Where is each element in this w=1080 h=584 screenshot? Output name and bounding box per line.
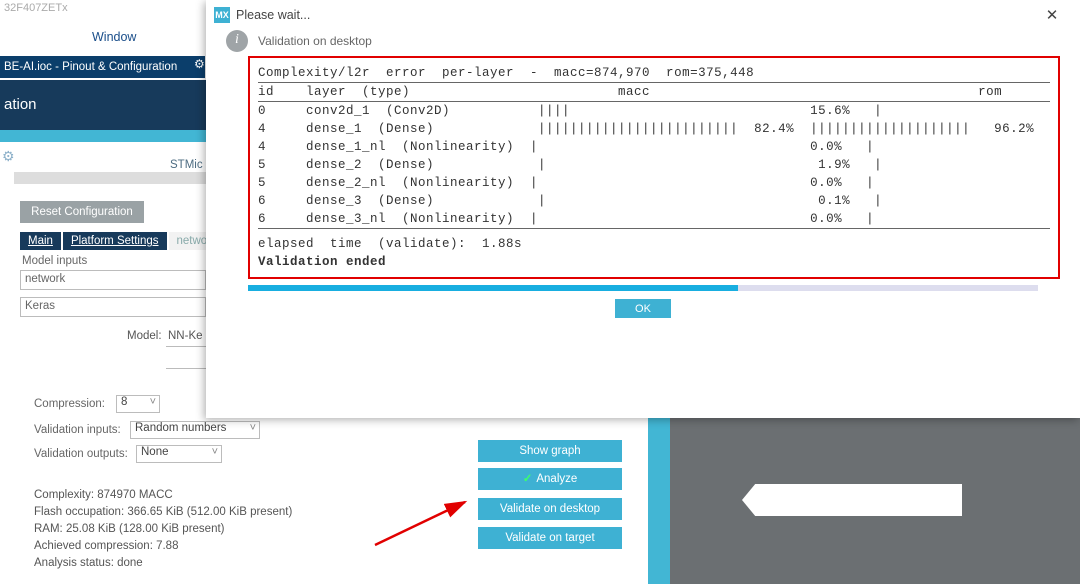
- teal-side-strip: [648, 416, 670, 584]
- stats-block: Complexity: 874970 MACC Flash occupation…: [34, 487, 292, 572]
- ram-text: RAM: 25.08 KiB (128.00 KiB present): [34, 521, 292, 538]
- validation-outputs-label: Validation outputs:: [34, 448, 128, 460]
- gear-icon: ⚙: [194, 57, 205, 71]
- subheader-band: ation: [0, 80, 206, 130]
- teal-strip: [0, 130, 206, 142]
- layer-row: 5 dense_2 (Dense) | 1.9% |: [258, 156, 1050, 174]
- ok-button[interactable]: OK: [615, 299, 671, 318]
- dialog-subtitle: Validation on desktop: [258, 34, 372, 48]
- show-graph-button[interactable]: Show graph: [478, 440, 622, 462]
- please-wait-dialog: MX Please wait... ✕ i Validation on desk…: [206, 0, 1080, 418]
- validation-ended-line: Validation ended: [258, 253, 1050, 271]
- keras-input[interactable]: Keras: [20, 297, 206, 317]
- layer-row: 5 dense_2_nl (Nonlinearity) | 0.0% |: [258, 174, 1050, 192]
- compression-select[interactable]: 8: [116, 395, 160, 413]
- divider: [166, 346, 206, 347]
- close-button[interactable]: ✕: [1032, 6, 1072, 24]
- validation-inputs-label: Validation inputs:: [34, 424, 121, 436]
- progress-bar: [248, 285, 1038, 291]
- subheader-label: ation: [0, 96, 55, 113]
- analysis-status-text: Analysis status: done: [34, 555, 292, 572]
- titlebar-sub-text: BE-AI.ioc - Pinout & Configuration: [4, 61, 177, 73]
- complexity-header-line: Complexity/l2r error per-layer - macc=87…: [258, 64, 1050, 82]
- titlebar-sub: BE-AI.ioc - Pinout & Configuration: [0, 56, 205, 78]
- elapsed-time-line: elapsed time (validate): 1.88s: [258, 235, 1050, 253]
- gray-strip: [14, 172, 206, 184]
- divider: [166, 368, 206, 369]
- complexity-text: Complexity: 874970 MACC: [34, 487, 292, 504]
- column-header-line: id layer (type) macc rom: [258, 83, 1050, 101]
- tab-platform-settings[interactable]: Platform Settings: [63, 232, 167, 250]
- dialog-titlebar: MX Please wait... ✕: [206, 0, 1080, 30]
- flash-text: Flash occupation: 366.65 KiB (512.00 KiB…: [34, 504, 292, 521]
- annotation-arrow-icon: [370, 490, 480, 550]
- tab-main[interactable]: Main: [20, 232, 61, 250]
- layer-row: 4 dense_1_nl (Nonlinearity) | 0.0% |: [258, 138, 1050, 156]
- layer-row: 6 dense_3_nl (Nonlinearity) | 0.0% |: [258, 210, 1050, 228]
- validate-on-target-button[interactable]: Validate on target: [478, 527, 622, 549]
- menu-window[interactable]: Window: [92, 30, 136, 44]
- network-input[interactable]: network: [20, 270, 206, 290]
- validation-inputs-select[interactable]: Random numbers: [130, 421, 260, 439]
- mcu-name-partial: 32F407ZETx: [4, 2, 68, 14]
- analyze-button[interactable]: ✓Analyze: [478, 468, 622, 490]
- dialog-title: Please wait...: [236, 8, 310, 22]
- model-value: NN-Ke: [168, 330, 203, 342]
- cubemx-icon: MX: [214, 7, 230, 23]
- validate-on-desktop-button[interactable]: Validate on desktop: [478, 498, 622, 520]
- info-icon: i: [226, 30, 248, 52]
- highlighted-output-box: Complexity/l2r error per-layer - macc=87…: [248, 56, 1060, 279]
- achieved-compression-text: Achieved compression: 7.88: [34, 538, 292, 555]
- layer-row: 6 dense_3 (Dense) | 0.1% |: [258, 192, 1050, 210]
- layer-row: 0 conv2d_1 (Conv2D) |||| 15.6% |: [258, 102, 1050, 120]
- stmic-partial: STMic: [170, 159, 203, 171]
- model-label: Model:: [127, 330, 162, 342]
- model-inputs-label: Model inputs: [22, 255, 87, 267]
- layer-row: 4 dense_1 (Dense) ||||||||||||||||||||||…: [258, 120, 1050, 138]
- analyze-label: Analyze: [536, 473, 577, 485]
- reset-configuration-button[interactable]: Reset Configuration: [20, 201, 144, 223]
- check-icon: ✓: [523, 473, 533, 485]
- compression-label: Compression:: [34, 398, 105, 410]
- validation-outputs-select[interactable]: None: [136, 445, 222, 463]
- chip-shape: [742, 484, 962, 516]
- gear-icon[interactable]: ⚙: [2, 148, 15, 165]
